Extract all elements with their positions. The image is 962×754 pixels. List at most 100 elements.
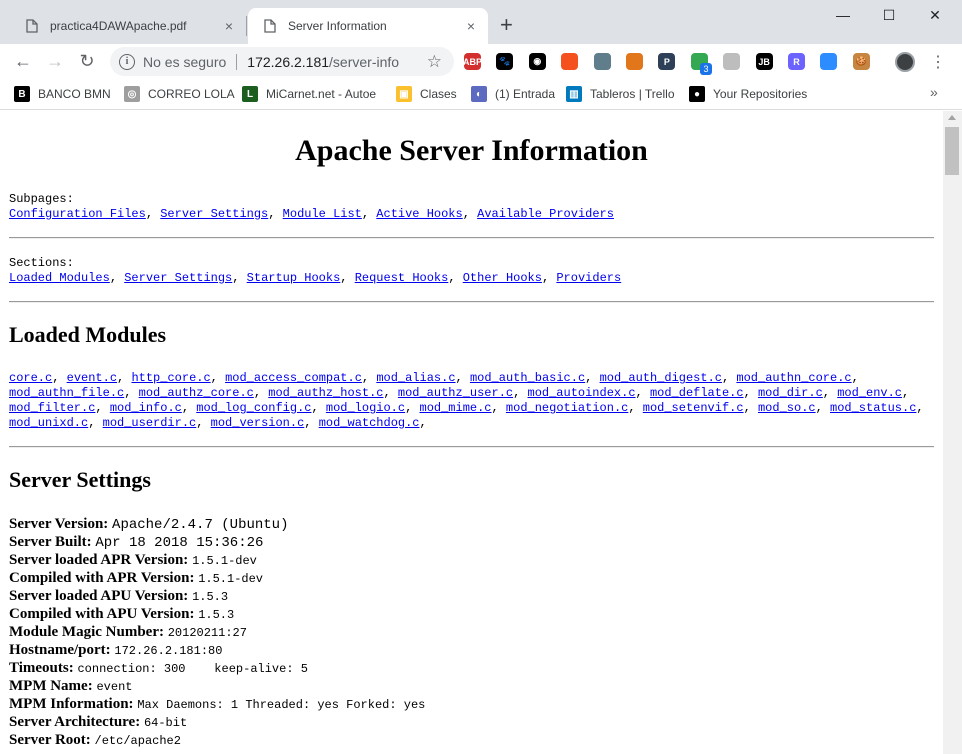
- module-link[interactable]: mod_env.c: [837, 386, 902, 400]
- module-link[interactable]: mod_logio.c: [326, 401, 405, 415]
- section-link[interactable]: Providers: [556, 271, 621, 285]
- subpage-link[interactable]: Server Settings: [160, 207, 268, 221]
- subpage-link[interactable]: Available Providers: [477, 207, 614, 221]
- scroll-up-icon[interactable]: [948, 115, 956, 120]
- subpage-link[interactable]: Module List: [283, 207, 362, 221]
- r-extension-icon[interactable]: R: [788, 53, 805, 70]
- page-viewport: Apache Server Information Subpages: Conf…: [0, 111, 943, 754]
- subpage-link[interactable]: Configuration Files: [9, 207, 146, 221]
- module-link[interactable]: http_core.c: [131, 371, 210, 385]
- cookie-icon[interactable]: 🍪: [852, 53, 870, 70]
- module-link[interactable]: mod_auth_digest.c: [600, 371, 722, 385]
- tab-server-information[interactable]: Server Information ×: [248, 8, 488, 44]
- module-link[interactable]: mod_dir.c: [758, 386, 823, 400]
- module-link[interactable]: mod_unixd.c: [9, 416, 88, 430]
- module-link[interactable]: mod_so.c: [758, 401, 816, 415]
- bookmarks-overflow-button[interactable]: »: [930, 84, 938, 100]
- back-button[interactable]: ←: [12, 50, 34, 72]
- bookmark-label: CORREO LOLA: [148, 87, 235, 101]
- reload-button[interactable]: ↻: [76, 50, 98, 72]
- module-link[interactable]: mod_mime.c: [420, 401, 492, 415]
- basketball-icon[interactable]: [561, 53, 579, 70]
- subpage-link[interactable]: Active Hooks: [376, 207, 462, 221]
- forward-button[interactable]: →: [44, 50, 66, 72]
- maximize-button[interactable]: ☐: [866, 0, 912, 30]
- scrollbar-thumb[interactable]: [945, 127, 959, 175]
- jetbrains-icon[interactable]: JB: [755, 53, 773, 70]
- bookmark-icon: ●: [689, 86, 705, 102]
- bookmark-banco-bmn[interactable]: B BANCO BMN: [14, 86, 111, 102]
- module-link[interactable]: mod_autoindex.c: [528, 386, 636, 400]
- adblock-plus-icon[interactable]: ABP: [463, 53, 482, 70]
- module-link[interactable]: mod_info.c: [110, 401, 182, 415]
- modules-list: core.c, event.c, http_core.c, mod_access…: [9, 371, 924, 430]
- module-link[interactable]: mod_authz_user.c: [398, 386, 513, 400]
- setting-row: Compiled with APU Version: 1.5.3: [9, 606, 934, 624]
- address-bar[interactable]: i No es seguro 172.26.2.181/server-info …: [110, 47, 454, 76]
- info-icon[interactable]: i: [119, 53, 135, 70]
- screenshot-icon[interactable]: [593, 53, 611, 70]
- new-tab-button[interactable]: +: [500, 14, 513, 36]
- bookmark-entrada[interactable]: ◐ (1) Entrada: [471, 86, 555, 102]
- module-link[interactable]: mod_authz_host.c: [268, 386, 383, 400]
- window-close-button[interactable]: ✕: [912, 0, 958, 30]
- close-icon[interactable]: ×: [222, 19, 236, 33]
- module-link[interactable]: mod_authn_file.c: [9, 386, 124, 400]
- profile-avatar[interactable]: [895, 52, 915, 72]
- setting-row: Server Architecture: 64-bit: [9, 714, 934, 732]
- bookmark-trello[interactable]: ▥ Tableros | Trello: [566, 86, 675, 102]
- module-link[interactable]: mod_userdir.c: [103, 416, 197, 430]
- security-status[interactable]: No es seguro: [143, 54, 226, 70]
- url-host[interactable]: 172.26.2.181: [247, 54, 329, 70]
- section-link[interactable]: Server Settings: [124, 271, 232, 285]
- tab-pdf[interactable]: practica4DAWApache.pdf ×: [10, 8, 246, 44]
- module-link[interactable]: mod_alias.c: [376, 371, 455, 385]
- zoom-icon[interactable]: [820, 53, 838, 70]
- metamask-icon[interactable]: [626, 53, 643, 70]
- browser-toolbar: ← → ↻ i No es seguro 172.26.2.181/server…: [0, 44, 962, 78]
- bookmark-label: Your Repositories: [713, 87, 808, 101]
- section-link[interactable]: Other Hooks: [463, 271, 542, 285]
- setting-value: /etc/apache2: [94, 734, 181, 748]
- bookmark-star-icon[interactable]: ☆: [427, 52, 442, 72]
- setting-label: Compiled with APU Version:: [9, 606, 195, 622]
- close-icon[interactable]: ×: [464, 19, 478, 33]
- minimize-button[interactable]: —: [820, 0, 866, 30]
- module-link[interactable]: mod_access_compat.c: [225, 371, 362, 385]
- paw-icon[interactable]: 🐾: [496, 53, 514, 70]
- module-link[interactable]: mod_watchdog.c: [319, 416, 420, 430]
- module-link[interactable]: mod_status.c: [830, 401, 916, 415]
- setting-label: Hostname/port:: [9, 642, 111, 658]
- bookmark-clases[interactable]: ▣ Clases: [396, 86, 457, 102]
- module-link[interactable]: mod_authz_core.c: [139, 386, 254, 400]
- menu-icon[interactable]: ⋮: [930, 52, 946, 72]
- module-link[interactable]: mod_log_config.c: [196, 401, 311, 415]
- url-path[interactable]: /server-info: [329, 54, 399, 70]
- setting-value: 172.26.2.181:80: [114, 644, 223, 658]
- setting-row: MPM Information: Max Daemons: 1 Threaded…: [9, 696, 934, 714]
- section-link[interactable]: Loaded Modules: [9, 271, 110, 285]
- sections-block: Sections: Loaded Modules, Server Setting…: [9, 256, 934, 286]
- bookmark-label: (1) Entrada: [495, 87, 556, 101]
- vertical-scrollbar[interactable]: [943, 111, 962, 754]
- bookmark-github[interactable]: ● Your Repositories: [689, 86, 807, 102]
- bookmark-micarnet[interactable]: L MiCarnet.net - Autoe: [242, 86, 376, 102]
- extension-icon[interactable]: ◉: [528, 53, 546, 70]
- module-link[interactable]: mod_version.c: [211, 416, 305, 430]
- module-link[interactable]: mod_negotiation.c: [506, 401, 628, 415]
- section-link[interactable]: Request Hooks: [355, 271, 449, 285]
- setting-row: Hostname/port: 172.26.2.181:80: [9, 642, 934, 660]
- setting-row: Server Version: Apache/2.4.7 (Ubuntu): [9, 516, 934, 534]
- module-link[interactable]: mod_setenvif.c: [643, 401, 744, 415]
- module-link[interactable]: mod_authn_core.c: [736, 371, 851, 385]
- module-link[interactable]: mod_auth_basic.c: [470, 371, 585, 385]
- extension-badge: 3: [700, 63, 712, 75]
- module-link[interactable]: event.c: [67, 371, 117, 385]
- module-link[interactable]: mod_deflate.c: [650, 386, 744, 400]
- module-link[interactable]: core.c: [9, 371, 52, 385]
- presentation-icon[interactable]: P: [658, 53, 676, 70]
- bookmark-correo-lola[interactable]: ◎ CORREO LOLA: [124, 86, 235, 102]
- module-link[interactable]: mod_filter.c: [9, 401, 95, 415]
- section-link[interactable]: Startup Hooks: [247, 271, 341, 285]
- cube-icon[interactable]: [723, 53, 741, 70]
